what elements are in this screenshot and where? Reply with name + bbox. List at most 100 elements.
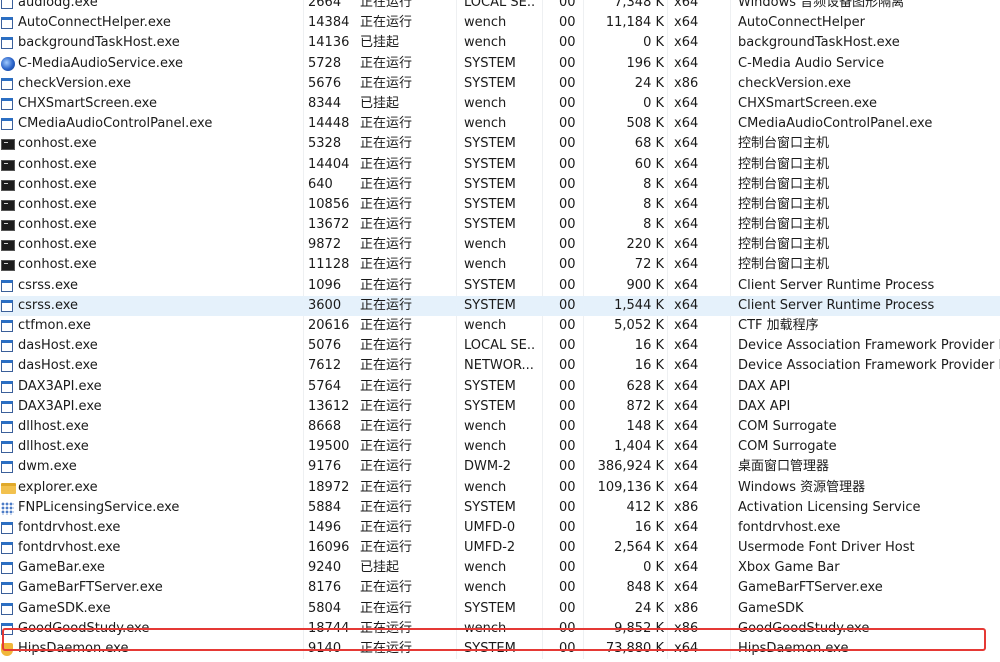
process-description: DAX API [738,398,791,414]
table-row[interactable]: ctfmon.exe 20616 正在运行 wench 00 5,052 Kx64 CTF … [0,316,1000,336]
process-user: LOCAL SE... [464,338,536,354]
process-user: wench [464,237,507,253]
process-list: audiodg.exe 2664 正在运行 LOCAL SE... 00 7,348 Kx… [0,0,1000,660]
process-name: CMediaAudioControlPanel.exe [18,116,213,132]
process-name: C-MediaAudioService.exe [18,55,184,71]
process-user: SYSTEM [464,499,516,515]
table-row[interactable]: fontdrvhost.exe 16096 正在运行 UMFD-2 00 2,564 Kx… [0,538,1000,558]
process-pid: 14448 [308,116,350,132]
process-description: 控制台窗口主机 [738,217,830,233]
process-description: GameBarFTServer.exe [738,580,883,596]
shield-icon [1,643,13,656]
process-icon-cell [1,215,17,235]
process-icon-cell [1,558,17,578]
process-name: conhost.exe [18,257,97,273]
table-row[interactable]: explorer.exe 18972 正在运行 wench 00 109,136 Kx64… [0,478,1000,498]
process-status: 正在运行 [360,136,413,152]
process-pid: 9872 [308,237,342,253]
console-icon [1,260,15,272]
process-user: wench [464,418,507,434]
table-row[interactable]: CHXSmartScreen.exe 8344 已挂起 wench 00 0 Kx64 CH… [0,94,1000,114]
process-memory: 0 K [643,95,664,111]
app-window-icon [1,77,13,90]
process-memory: 8 K [643,217,664,233]
process-user: LOCAL SE... [464,0,536,10]
process-name: CHXSmartScreen.exe [18,95,157,111]
table-row[interactable]: GameSDK.exe 5804 正在运行 SYSTEM 00 24 Kx86 GameSD… [0,599,1000,619]
table-row[interactable]: conhost.exe 11128 正在运行 wench 00 72 Kx64 控制台窗口主… [0,255,1000,275]
process-status: 正在运行 [360,297,413,313]
table-row[interactable]: dwm.exe 9176 正在运行 DWM-2 00 386,924 Kx64 桌面窗口管理… [0,457,1000,477]
table-row[interactable]: dasHost.exe 5076 正在运行 LOCAL SE... 00 16 Kx64 D… [0,336,1000,356]
process-description: GameSDK [738,600,804,616]
table-row[interactable]: csrss.exe 1096 正在运行 SYSTEM 00 900 Kx64 Client … [0,276,1000,296]
process-icon-cell [1,155,17,175]
process-status: 正在运行 [360,277,413,293]
console-icon [1,220,15,232]
process-pid: 5728 [308,55,342,71]
table-row[interactable]: CMediaAudioControlPanel.exe 14448 正在运行 wenc… [0,114,1000,134]
process-name: HipsDaemon.exe [18,641,129,656]
process-status: 正在运行 [360,338,413,354]
process-user: wench [464,318,507,333]
table-row[interactable]: GoodGoodStudy.exe 18744 正在运行 wench 00 9,852 K… [0,619,1000,639]
process-memory: 24 K [634,600,664,616]
table-row[interactable]: csrss.exe 3600 正在运行 SYSTEM 00 1,544 Kx64 Clien… [0,295,1000,316]
process-name: audiodg.exe [18,0,98,10]
process-description: Device Association Framework Provider Ho [738,338,1000,354]
table-row[interactable]: C-MediaAudioService.exe 5728 正在运行 SYSTEM 00 1… [0,54,1000,74]
process-icon-cell [1,498,17,518]
table-row[interactable]: AutoConnectHelper.exe 14384 正在运行 wench 00 11,… [0,13,1000,33]
process-arch: x64 [674,136,699,152]
process-name: GoodGoodStudy.exe [18,620,150,636]
process-status: 正在运行 [360,580,413,596]
process-pid: 5328 [308,136,342,152]
process-user: UMFD-0 [464,519,516,535]
table-row[interactable]: conhost.exe 14404 正在运行 SYSTEM 00 60 Kx64 控制台窗口… [0,155,1000,175]
process-arch: x64 [674,398,699,414]
process-pid: 1496 [308,519,342,535]
table-row[interactable]: conhost.exe 5328 正在运行 SYSTEM 00 68 Kx64 控制台窗口主… [0,134,1000,154]
table-row[interactable]: checkVersion.exe 5676 正在运行 SYSTEM 00 24 Kx86 c… [0,74,1000,94]
table-row[interactable]: GameBarFTServer.exe 8176 正在运行 wench 00 848 Kx… [0,578,1000,598]
process-memory: 900 K [626,277,664,293]
process-icon-cell [1,619,17,639]
process-arch: x64 [674,540,699,556]
table-row[interactable]: conhost.exe 640 正在运行 SYSTEM 00 8 Kx64 控制台窗口主机 [0,175,1000,195]
app-window-icon [1,340,13,353]
table-row[interactable]: audiodg.exe 2664 正在运行 LOCAL SE... 00 7,348 Kx… [0,0,1000,13]
process-status: 正在运行 [360,418,413,434]
process-icon-cell [1,356,17,376]
table-row[interactable]: conhost.exe 9872 正在运行 wench 00 220 Kx64 控制台窗口主… [0,235,1000,255]
process-description: AutoConnectHelper [738,15,865,31]
table-row[interactable]: conhost.exe 10856 正在运行 SYSTEM 00 8 Kx64 控制台窗口主… [0,195,1000,215]
process-user: UMFD-2 [464,540,516,556]
table-row[interactable]: backgroundTaskHost.exe 14136 已挂起 wench 00 0 K… [0,33,1000,53]
process-description: 控制台窗口主机 [738,176,830,192]
process-status: 正在运行 [360,257,413,273]
process-name: DAX3API.exe [18,398,102,414]
process-user: SYSTEM [464,156,516,172]
table-row[interactable]: FNPLicensingService.exe 5884 正在运行 SYSTEM 00 4… [0,498,1000,518]
license-grid-icon [1,501,14,515]
process-memory: 73,880 K [605,641,664,656]
process-icon-cell [1,175,17,195]
process-name: AutoConnectHelper.exe [18,15,171,31]
table-row[interactable]: GameBar.exe 9240 已挂起 wench 00 0 Kx64 Xbox Game… [0,558,1000,578]
process-arch: x64 [674,418,699,434]
table-row[interactable]: HipsDaemon.exe 9140 正在运行 SYSTEM 00 73,880 Kx6… [0,639,1000,659]
process-arch: x64 [674,560,699,576]
table-row[interactable]: conhost.exe 13672 正在运行 SYSTEM 00 8 Kx64 控制台窗口主… [0,215,1000,235]
table-row[interactable]: dllhost.exe 8668 正在运行 wench 00 148 Kx64 COM Su… [0,417,1000,437]
process-description: 控制台窗口主机 [738,136,830,152]
process-memory: 1,404 K [614,439,664,455]
process-name: conhost.exe [18,156,97,172]
table-row[interactable]: dllhost.exe 19500 正在运行 wench 00 1,404 Kx64 COM… [0,437,1000,457]
table-row[interactable]: DAX3API.exe 13612 正在运行 SYSTEM 00 872 Kx64 DAX … [0,397,1000,417]
table-row[interactable]: fontdrvhost.exe 1496 正在运行 UMFD-0 00 16 Kx64 fo… [0,518,1000,538]
table-row[interactable]: dasHost.exe 7612 正在运行 NETWOR... 00 16 Kx64 Dev… [0,356,1000,376]
process-description: Xbox Game Bar [738,560,840,576]
process-arch: x64 [674,358,699,374]
table-row[interactable]: DAX3API.exe 5764 正在运行 SYSTEM 00 628 Kx64 DAX A… [0,377,1000,397]
process-description: HipsDaemon.exe [738,641,849,656]
